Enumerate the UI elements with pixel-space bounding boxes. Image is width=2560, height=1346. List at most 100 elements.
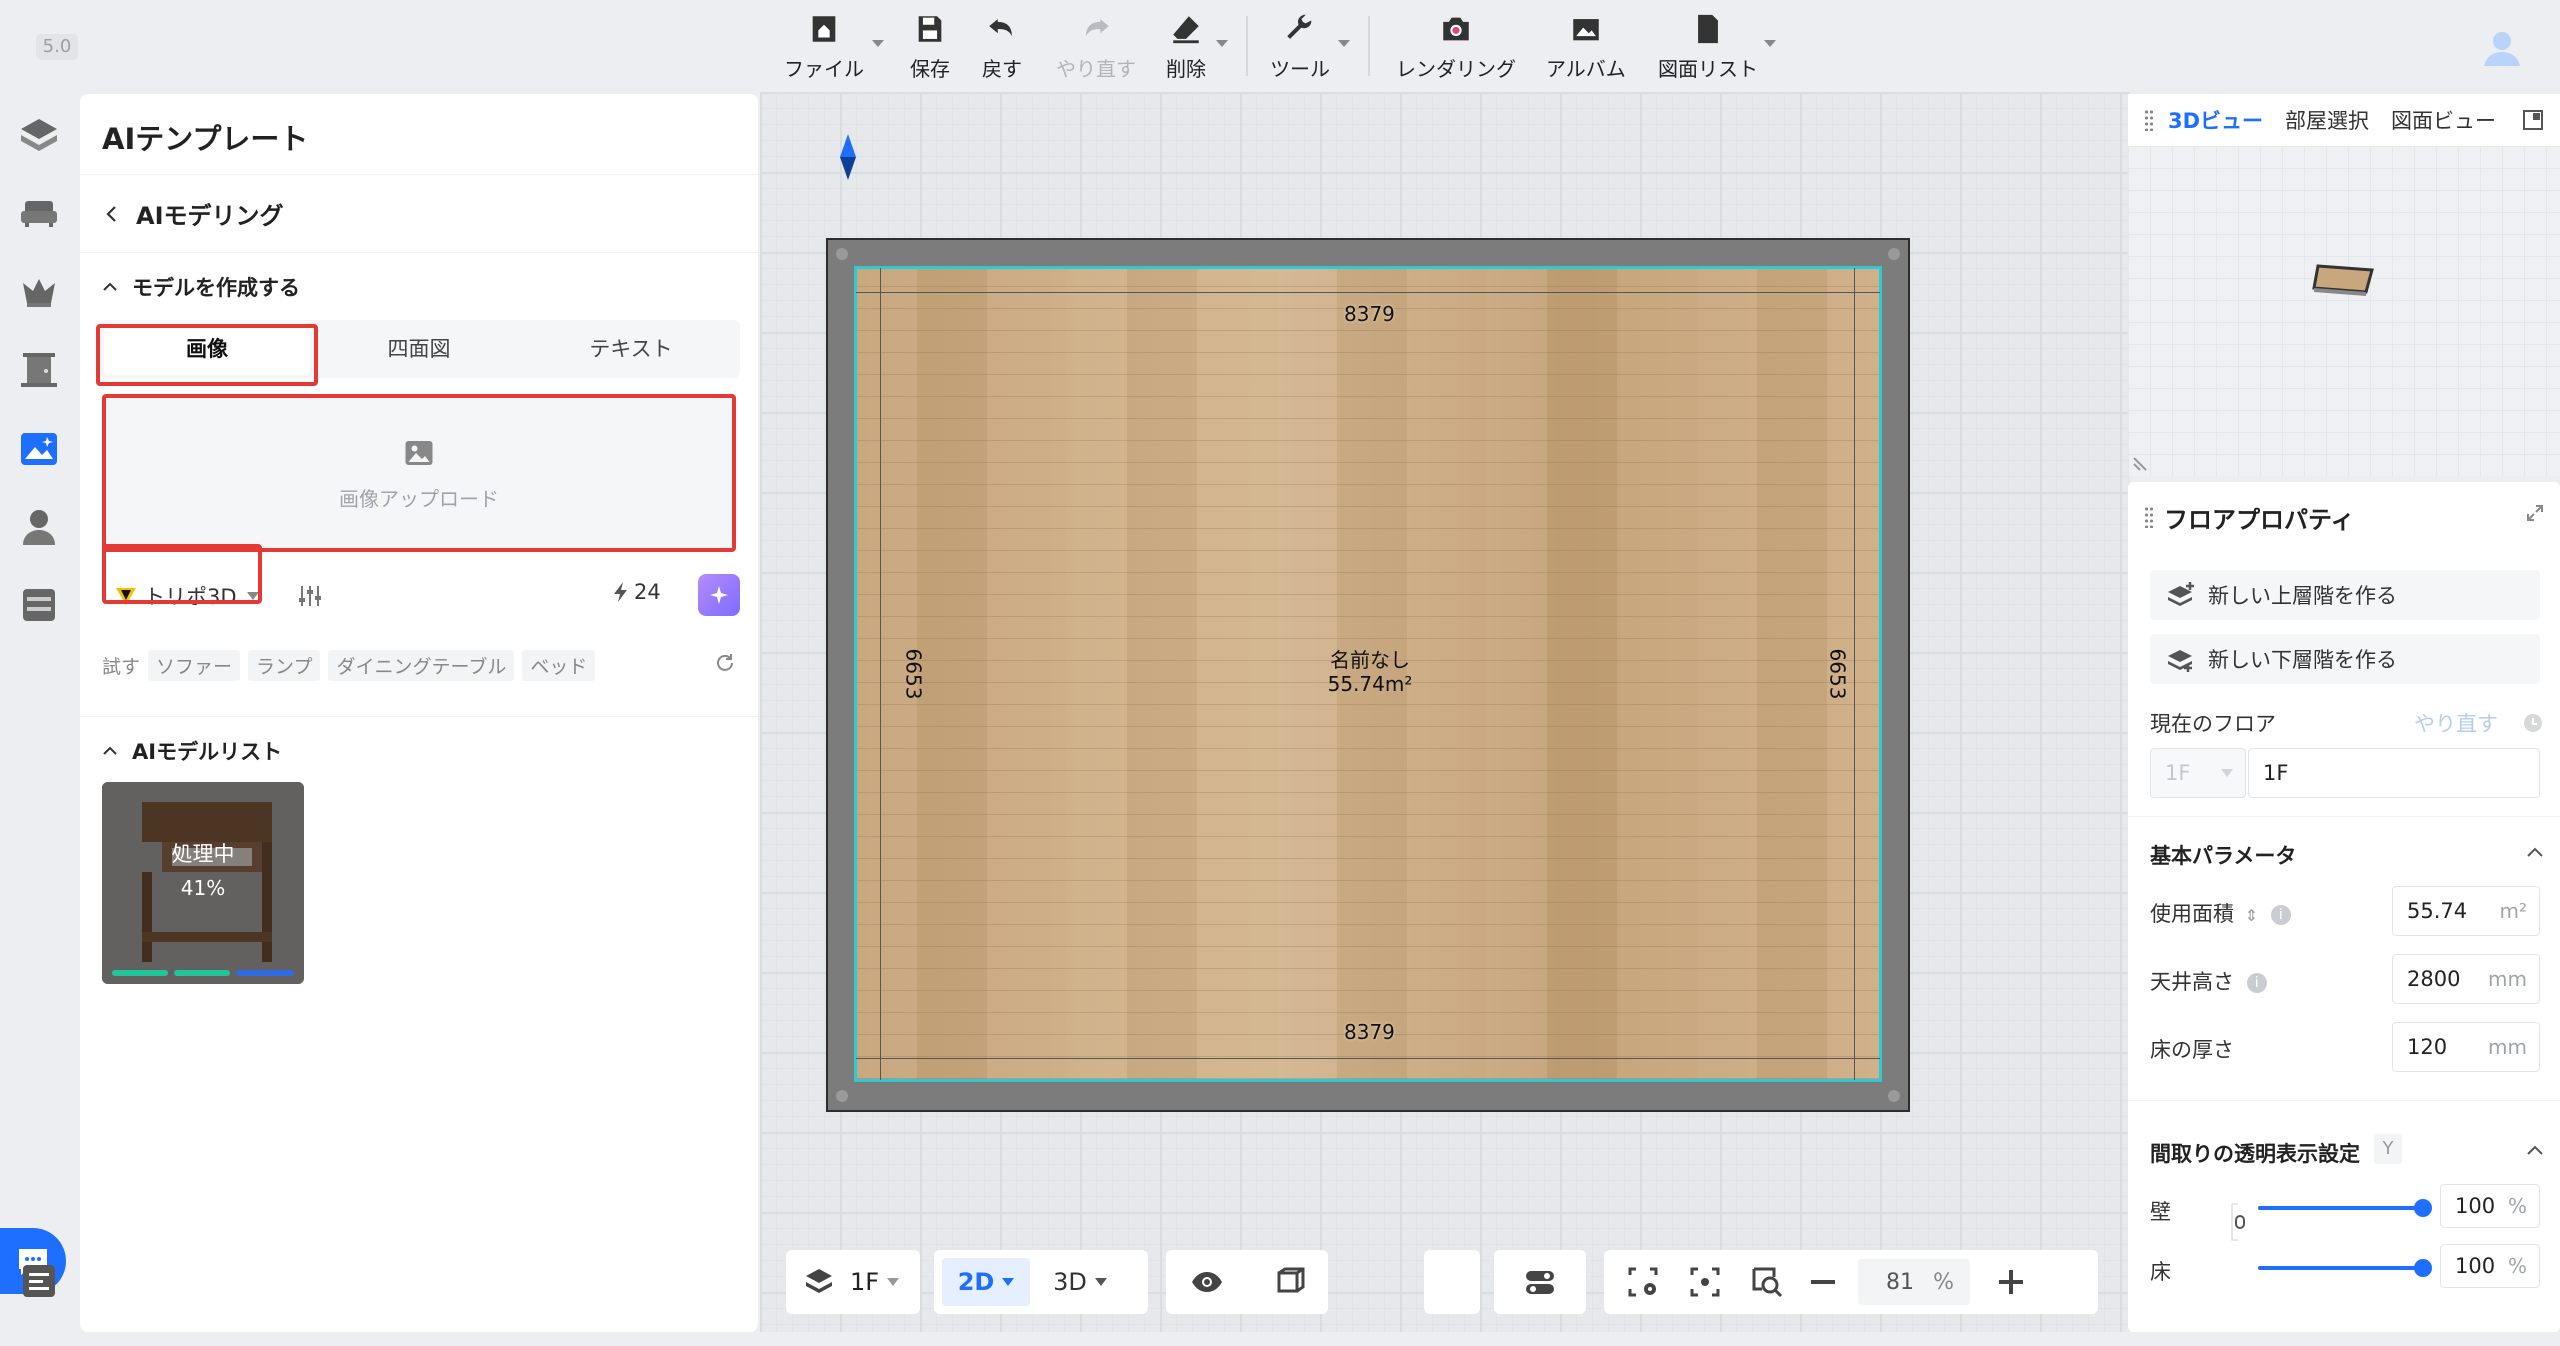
wall-opacity-input[interactable]: 100 %: [2440, 1184, 2540, 1228]
rail-decor-button[interactable]: [16, 268, 62, 314]
redo-link[interactable]: やり直す: [2414, 708, 2498, 738]
3d-preview-viewport[interactable]: [2128, 146, 2560, 476]
chevron-up-icon[interactable]: [2526, 1142, 2544, 1160]
floor-name-value: 1F: [2263, 761, 2289, 785]
zoom-in-button[interactable]: [1994, 1265, 2028, 1299]
floor-name-input[interactable]: 1F: [2248, 748, 2540, 798]
rail-floorplan-button[interactable]: [16, 112, 62, 158]
wall-corner-handle[interactable]: [836, 1090, 848, 1102]
save-button[interactable]: 保存: [910, 12, 950, 82]
rail-account-button[interactable]: [16, 504, 62, 550]
suggestion-chip[interactable]: ランプ: [248, 650, 321, 681]
expand-icon[interactable]: [2526, 504, 2544, 522]
cube-icon: [1277, 1267, 1304, 1293]
model-list-section-toggle[interactable]: AIモデルリスト: [102, 736, 282, 766]
render-button[interactable]: レンダリング: [1396, 12, 1516, 82]
rail-ai-template-button[interactable]: [16, 426, 62, 472]
wall-corner-handle[interactable]: [1888, 248, 1900, 260]
sort-icon[interactable]: ⇕: [2245, 906, 2258, 925]
redo-button[interactable]: やり直す: [1056, 12, 1136, 82]
tools-menu-button[interactable]: ツール: [1270, 12, 1330, 82]
rail-collapse-button[interactable]: [16, 1258, 62, 1304]
area-value: 55.74: [2407, 899, 2468, 923]
door-icon: [21, 353, 57, 387]
dimension-left[interactable]: 6653: [901, 649, 925, 700]
info-icon[interactable]: i: [2246, 973, 2267, 993]
settings-toggle-button[interactable]: [1494, 1250, 1586, 1314]
floor-thickness-input[interactable]: 120 mm: [2392, 1022, 2540, 1072]
focus-button[interactable]: [1688, 1265, 1722, 1299]
resize-corner-icon[interactable]: [2132, 450, 2154, 472]
ceiling-height-input[interactable]: 2800 mm: [2392, 954, 2540, 1004]
drawings-caret-icon[interactable]: [1764, 40, 1776, 47]
file-caret-icon[interactable]: [872, 40, 884, 47]
drawings-list-button[interactable]: 図面リスト: [1658, 12, 1758, 82]
album-label: アルバム: [1546, 57, 1626, 81]
room-area: 55.74m²: [1327, 672, 1413, 696]
tab-room-select[interactable]: 部屋選択: [2285, 105, 2369, 135]
delete-button[interactable]: 削除: [1166, 12, 1206, 82]
clock-icon[interactable]: [2522, 712, 2544, 734]
suggestion-chip[interactable]: ソファー: [148, 650, 241, 681]
tools-caret-icon[interactable]: [1338, 40, 1350, 47]
fit-settings-button[interactable]: [1626, 1265, 1660, 1299]
generate-button[interactable]: [698, 574, 740, 616]
zoom-out-button[interactable]: [1806, 1265, 1840, 1299]
back-to-ai-modeling[interactable]: AIモデリング: [102, 196, 284, 231]
refresh-icon[interactable]: [714, 652, 736, 674]
view-3d-button[interactable]: 3D: [1030, 1268, 1130, 1296]
tab-3d-view[interactable]: 3Dビュー: [2168, 105, 2263, 135]
expand-window-icon[interactable]: [2522, 109, 2544, 131]
dimension-right[interactable]: 6653: [1825, 649, 1849, 700]
dimension-top[interactable]: 8379: [1344, 302, 1395, 326]
floorplan-icon: [21, 119, 57, 151]
floor-prefix-select[interactable]: 1F: [2150, 748, 2246, 798]
rail-furniture-button[interactable]: [16, 190, 62, 236]
zoom-level-input[interactable]: 81 %: [1858, 1259, 1970, 1305]
chevron-up-icon[interactable]: [2526, 844, 2544, 862]
ai-model-card[interactable]: 処理中 41%: [102, 782, 304, 984]
drawings-label: 図面リスト: [1658, 57, 1758, 81]
room-label[interactable]: 名前なし 55.74m²: [1300, 648, 1440, 696]
sliders-icon[interactable]: [296, 582, 324, 610]
delete-caret-icon[interactable]: [1216, 40, 1228, 47]
layers-button[interactable]: [802, 1265, 836, 1299]
compass-icon[interactable]: [836, 132, 860, 182]
tab-plan-view[interactable]: 図面ビュー: [2391, 105, 2496, 135]
info-icon[interactable]: i: [2270, 905, 2291, 925]
drag-handle-icon[interactable]: [2144, 109, 2154, 131]
floorplan-canvas[interactable]: 8379 8379 6653 6653 名前なし 55.74m²: [760, 92, 2130, 1332]
user-avatar-icon[interactable]: [2480, 26, 2524, 70]
divider: [2128, 1100, 2560, 1101]
dimension-bottom[interactable]: 8379: [1344, 1020, 1395, 1044]
file-menu-button[interactable]: ファイル: [784, 12, 864, 82]
view-2d-button[interactable]: 2D: [942, 1258, 1030, 1306]
area-input[interactable]: 55.74 m²: [2392, 886, 2540, 936]
zoom-area-button[interactable]: [1750, 1265, 1784, 1299]
link-icon[interactable]: [2228, 1200, 2252, 1244]
floor-opacity-slider[interactable]: [2258, 1266, 2418, 1270]
wall-corner-handle[interactable]: [836, 248, 848, 260]
floor-selector[interactable]: 1F: [786, 1250, 920, 1314]
toggle-settings[interactable]: [1523, 1265, 1557, 1299]
wall-slider-knob[interactable]: [2414, 1199, 2432, 1217]
tab-four-view[interactable]: 四面図: [316, 320, 522, 378]
suggestion-chip[interactable]: ダイニングテーブル: [328, 650, 515, 681]
color-swatch-button[interactable]: [1424, 1250, 1480, 1314]
floor-slider-knob[interactable]: [2414, 1259, 2432, 1277]
cube-view-button[interactable]: [1271, 1265, 1305, 1299]
suggestion-chip[interactable]: ベッド: [522, 650, 596, 681]
rail-storage-button[interactable]: [16, 582, 62, 628]
undo-button[interactable]: 戻す: [982, 12, 1022, 82]
rail-doors-button[interactable]: [16, 346, 62, 392]
new-lower-floor-button[interactable]: 新しい下層階を作る: [2150, 634, 2540, 684]
new-upper-floor-button[interactable]: 新しい上層階を作る: [2150, 570, 2540, 620]
floor-opacity-input[interactable]: 100 %: [2440, 1244, 2540, 1288]
drag-handle-icon[interactable]: [2144, 506, 2154, 528]
wall-corner-handle[interactable]: [1888, 1090, 1900, 1102]
tab-text[interactable]: テキスト: [528, 320, 734, 378]
visibility-button[interactable]: [1190, 1265, 1224, 1299]
create-model-section-toggle[interactable]: モデルを作成する: [102, 272, 300, 302]
album-button[interactable]: アルバム: [1546, 12, 1626, 82]
wall-opacity-slider[interactable]: [2258, 1206, 2418, 1210]
